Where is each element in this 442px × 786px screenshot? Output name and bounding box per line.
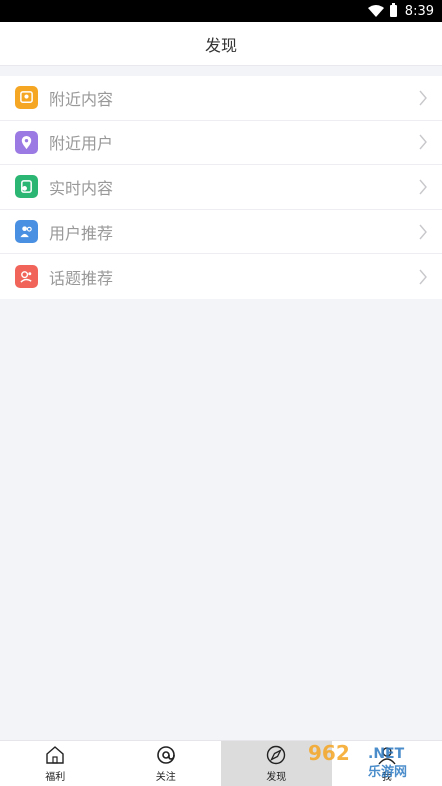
list-item-realtime-content[interactable]: 实时内容: [0, 165, 442, 210]
location-pin-icon: [15, 130, 38, 154]
list-item-topic-recommend[interactable]: 话题推荐: [0, 254, 442, 299]
tab-label: 福利: [45, 772, 66, 783]
wifi-icon: [367, 5, 384, 17]
chevron-right-icon: [419, 269, 427, 285]
tab-discover[interactable]: 发现: [221, 741, 332, 786]
chevron-right-icon: [419, 224, 427, 240]
list-item-label: 附近用户: [49, 134, 114, 154]
tab-welfare[interactable]: 福利: [0, 741, 111, 786]
home-icon: [46, 746, 64, 764]
tab-label: 我: [381, 772, 392, 783]
bottom-tab-bar: 福利 关注 发现 我: [0, 740, 442, 786]
list-item-label: 话题推荐: [49, 268, 114, 288]
topic-icon: [15, 265, 38, 289]
at-icon: [156, 746, 175, 764]
nearby-content-icon: [15, 86, 38, 110]
list-item-label: 附近内容: [49, 89, 114, 109]
page-title: 发现: [204, 35, 237, 55]
tab-me[interactable]: 我: [332, 741, 442, 786]
tab-label: 关注: [155, 772, 176, 783]
battery-icon: [389, 3, 397, 17]
chevron-right-icon: [419, 134, 427, 150]
list-item-nearby-users[interactable]: 附近用户: [0, 121, 442, 166]
list-item-user-recommend[interactable]: 用户推荐: [0, 210, 442, 255]
discover-list: 附近内容 附近用户 实时内容 用户推荐 话题推荐: [0, 76, 442, 299]
status-time: 8:39: [404, 3, 434, 19]
status-bar: 8:39: [0, 0, 442, 22]
chevron-right-icon: [419, 90, 427, 106]
tab-label: 发现: [266, 772, 287, 783]
list-item-label: 实时内容: [49, 178, 114, 198]
users-icon: [15, 220, 38, 244]
tab-follow[interactable]: 关注: [111, 741, 222, 786]
chevron-right-icon: [419, 179, 427, 195]
list-item-nearby-content[interactable]: 附近内容: [0, 76, 442, 121]
compass-icon: [267, 745, 286, 765]
list-item-label: 用户推荐: [49, 223, 114, 243]
realtime-content-icon: [15, 175, 38, 199]
profile-icon: [378, 747, 396, 765]
page-header: 发现: [0, 22, 442, 66]
